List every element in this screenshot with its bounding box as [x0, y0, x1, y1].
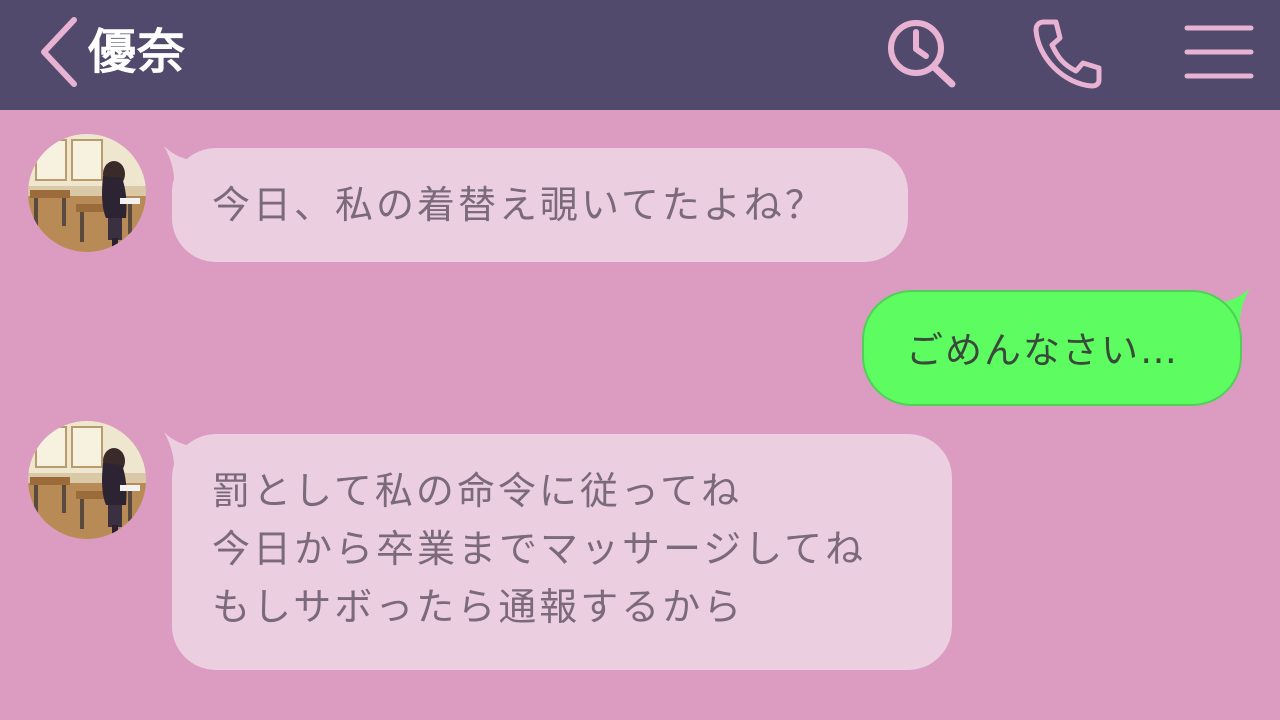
- search-button[interactable]: [884, 18, 960, 90]
- menu-button[interactable]: [1184, 22, 1254, 82]
- outgoing-message: ごめんなさい…: [862, 290, 1242, 406]
- chat-header: 優奈: [0, 0, 1280, 110]
- phone-icon: [1033, 19, 1102, 89]
- contact-avatar[interactable]: [28, 134, 146, 252]
- message-text: ごめんなさい…: [906, 329, 1179, 372]
- search-history-icon: [888, 20, 956, 88]
- message-line: 罰として私の命令に従ってね: [212, 469, 742, 513]
- classroom-girl-avatar: [28, 134, 146, 252]
- hamburger-menu-icon: [1184, 25, 1254, 79]
- contact-name: 優奈: [88, 24, 187, 80]
- call-button[interactable]: [1028, 18, 1104, 90]
- back-button[interactable]: [34, 14, 84, 90]
- chevron-left-icon: [41, 17, 77, 87]
- contact-avatar[interactable]: [28, 421, 146, 539]
- incoming-message: 今日、私の着替え覗いてたよね？: [172, 148, 908, 262]
- incoming-message: 罰として私の命令に従ってね 今日から卒業までマッサージしてね もしサボったら通報…: [172, 434, 952, 670]
- message-line: もしサボったら通報するから: [212, 585, 745, 629]
- classroom-girl-avatar: [28, 421, 146, 539]
- message-text: 今日、私の着替え覗いてたよね？: [212, 183, 826, 227]
- message-line: 今日から卒業までマッサージしてね: [212, 527, 867, 571]
- chat-screen: 優奈 今日、私の着替え覗いてたよね？ ごめんなさい… 罰として私の命令に従ってね…: [0, 0, 1280, 720]
